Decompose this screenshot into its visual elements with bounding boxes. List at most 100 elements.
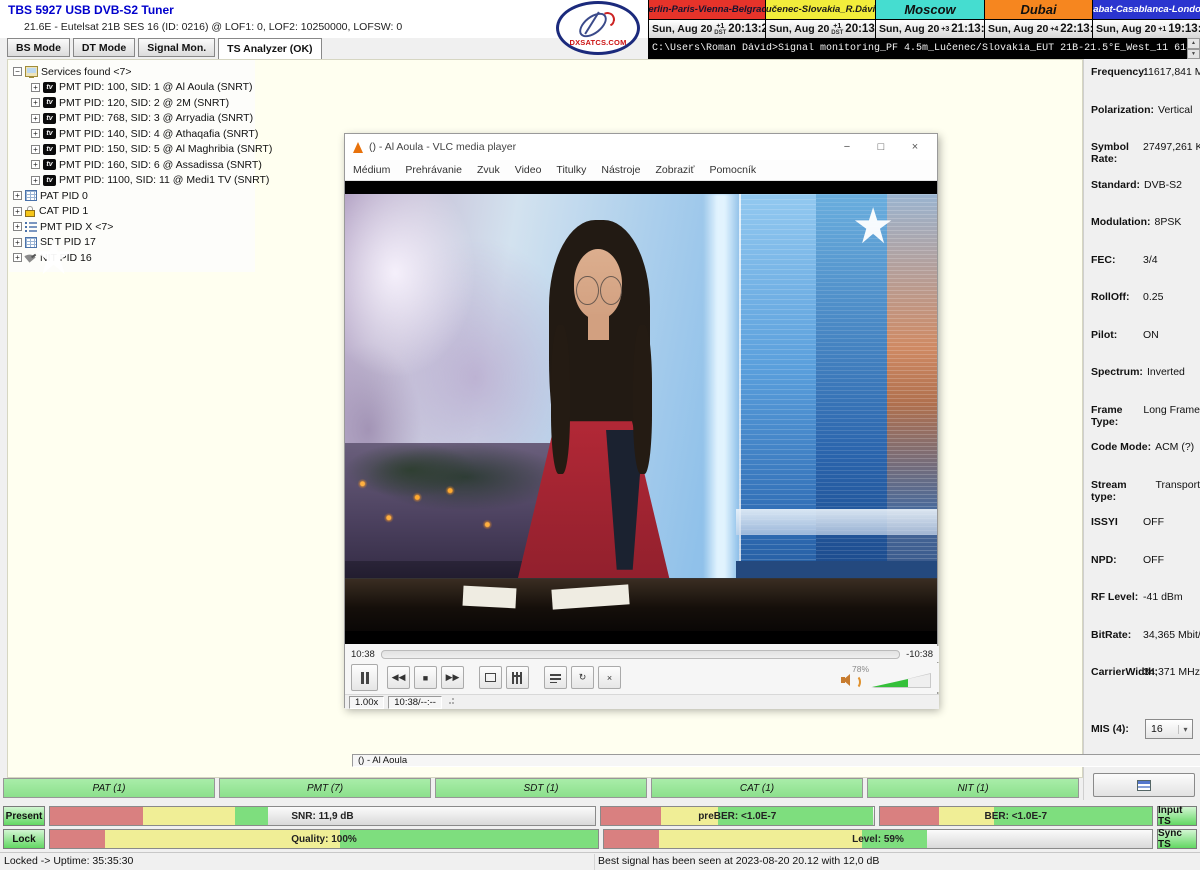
lock-icon	[25, 206, 36, 217]
param-row-rolloff-: RollOff:0.25	[1084, 291, 1200, 329]
seek-slider[interactable]	[381, 650, 900, 659]
random-button[interactable]: ×	[598, 666, 621, 689]
menu-item-zobrazi-[interactable]: Zobraziť	[655, 164, 694, 176]
tree-node-pat-pid-0[interactable]: +PAT PID 0	[13, 188, 272, 204]
lock-uptime-status: Locked -> Uptime: 35:35:30	[4, 855, 133, 867]
chevron-down-icon[interactable]: ▾	[1178, 725, 1192, 734]
param-label: Spectrum:	[1091, 366, 1143, 378]
clock-time: Sun, Aug 20+1DST20:13:21	[649, 20, 765, 38]
quality-bar: Quality: 100%	[49, 829, 599, 849]
param-label: Frame Type:	[1091, 404, 1139, 428]
param-value: 34,371 MHz	[1143, 666, 1200, 678]
table-view-button[interactable]	[1093, 773, 1195, 797]
resize-grip[interactable]	[446, 698, 454, 706]
speaker-icon[interactable]	[841, 673, 857, 687]
anchor-neck	[588, 314, 609, 340]
clock-time-value: 19:13:21	[1168, 23, 1200, 35]
tree-service-4[interactable]: +tvPMT PID: 140, SID: 4 @ Athaqafia (SNR…	[13, 126, 272, 142]
tree-service-1[interactable]: +tvPMT PID: 100, SID: 1 @ Al Aoula (SNRT…	[13, 80, 272, 96]
menu-item-m-dium[interactable]: Médium	[353, 164, 390, 176]
loop-button[interactable]: ↻	[571, 666, 594, 689]
status-button-input-ts[interactable]: Input TS	[1157, 806, 1197, 826]
maximize-button[interactable]: □	[867, 141, 895, 153]
expand-toggle-icon[interactable]: +	[31, 176, 40, 185]
clock-0: Berlin-Paris-Vienna-BelgradeSun, Aug 20+…	[648, 0, 765, 38]
tree-root-services[interactable]: −Services found <7>	[13, 64, 272, 80]
expand-toggle-icon[interactable]: +	[31, 98, 40, 107]
close-button[interactable]: ×	[901, 141, 929, 153]
expand-toggle-icon[interactable]: +	[13, 207, 22, 216]
scroll-down-icon[interactable]: ▼	[1187, 49, 1200, 60]
next-icon: ▶▶	[446, 672, 460, 683]
tree-item-label: PMT PID: 100, SID: 1 @ Al Aoula (SNRT)	[59, 81, 253, 93]
menu-item-prehr-vanie[interactable]: Prehrávanie	[405, 164, 462, 176]
tree-item-label: PMT PID X <7>	[40, 221, 113, 233]
scroll-up-icon[interactable]: ▲	[1187, 38, 1200, 49]
video-area[interactable]	[345, 181, 937, 644]
expand-toggle-icon[interactable]: +	[13, 191, 22, 200]
clock-2: MoscowSun, Aug 20+321:13:21	[875, 0, 984, 38]
clock-city-label: Berlin-Paris-Vienna-Belgrade	[649, 0, 765, 20]
playlist-button[interactable]	[544, 666, 567, 689]
expand-toggle-icon[interactable]: +	[13, 222, 22, 231]
tree-node-sdt-pid-17[interactable]: +★SDT PID 17	[13, 235, 272, 251]
stop-button[interactable]: ■	[414, 666, 437, 689]
tree-service-6[interactable]: +tvPMT PID: 160, SID: 6 @ Assadissa (SNR…	[13, 157, 272, 173]
fullscreen-button[interactable]	[479, 666, 502, 689]
param-value: 27497,261 KS/s	[1143, 141, 1200, 153]
utc-offset: +4	[1050, 26, 1058, 33]
pause-button[interactable]	[351, 664, 378, 691]
status-button-present[interactable]: Present	[3, 806, 45, 826]
mis-select[interactable]: 16 ▾	[1145, 719, 1193, 739]
param-label: NPD:	[1091, 554, 1139, 566]
volume-control[interactable]: 78%	[835, 664, 933, 691]
time-display[interactable]: 10:38/--:--	[388, 696, 442, 709]
expand-toggle-icon[interactable]: +	[31, 129, 40, 138]
status-button-lock[interactable]: Lock	[3, 829, 45, 849]
tab-signal-mon-[interactable]: Signal Mon.	[138, 38, 215, 57]
tab-dt-mode[interactable]: DT Mode	[73, 38, 135, 57]
menu-item-zvuk[interactable]: Zvuk	[477, 164, 500, 176]
tree-service-3[interactable]: +tvPMT PID: 768, SID: 3 @ Arryadia (SNRT…	[13, 111, 272, 127]
mis-row: MIS (4): 16 ▾	[1091, 719, 1193, 739]
status-button-sync-ts[interactable]: Sync TS	[1157, 829, 1197, 849]
clock-date: Sun, Aug 20	[1096, 23, 1156, 35]
expand-toggle-icon[interactable]: +	[13, 238, 22, 247]
tree-node-pmt-pid-x-7-[interactable]: + PMT PID X <7>	[13, 219, 272, 235]
header: TBS 5927 USB DVB-S2 Tuner 21.6E - Eutels…	[0, 0, 648, 38]
minimize-button[interactable]: −	[833, 141, 861, 153]
playback-speed[interactable]: 1.00x	[349, 696, 384, 709]
tree-service-2[interactable]: +tvPMT PID: 120, SID: 2 @ 2M (SNRT)	[13, 95, 272, 111]
expand-toggle-icon[interactable]: −	[13, 67, 22, 76]
tree-node-cat-pid-1[interactable]: +CAT PID 1	[13, 204, 272, 220]
menu-item-n-stroje[interactable]: Nástroje	[601, 164, 640, 176]
previous-icon: ◀◀	[392, 672, 406, 683]
tree-service-7[interactable]: +tvPMT PID: 1100, SID: 11 @ Medi1 TV (SN…	[13, 173, 272, 189]
console-scrollbar[interactable]: ▲ ▼	[1187, 38, 1200, 59]
previous-button[interactable]: ◀◀	[387, 666, 410, 689]
volume-slider[interactable]	[871, 673, 931, 688]
tv-icon: tv	[43, 144, 56, 155]
next-button[interactable]: ▶▶	[441, 666, 464, 689]
mode-tabs: BS ModeDT ModeSignal Mon.TS Analyzer (OK…	[7, 38, 322, 59]
tab-bs-mode[interactable]: BS Mode	[7, 38, 70, 57]
dxsatcs-logo: DXSATCS.COM	[556, 1, 640, 55]
vlc-titlebar[interactable]: () - Al Aoula - VLC media player − □ ×	[345, 134, 937, 160]
pause-icon	[361, 672, 369, 684]
menu-item-video[interactable]: Video	[515, 164, 542, 176]
menu-item-titulky[interactable]: Titulky	[556, 164, 586, 176]
tab-ts-analyzer-ok-[interactable]: TS Analyzer (OK)	[218, 38, 321, 59]
console-strip: C:\Users\Roman Dávid>Signal monitoring_P…	[648, 38, 1200, 59]
bar-label: BER: <1.0E-7	[880, 807, 1153, 825]
equalizer-button[interactable]	[506, 666, 529, 689]
expand-toggle-icon[interactable]: +	[31, 83, 40, 92]
tree-service-5[interactable]: +tvPMT PID: 150, SID: 5 @ Al Maghribia (…	[13, 142, 272, 158]
param-row-standard-: Standard:DVB-S2	[1084, 179, 1200, 217]
expand-toggle-icon[interactable]: +	[31, 145, 40, 154]
bar-label: SNR: 11,9 dB	[50, 807, 595, 825]
expand-toggle-icon[interactable]: +	[13, 253, 22, 262]
menu-item-pomocn-k[interactable]: Pomocník	[709, 164, 756, 176]
volume-fill	[872, 674, 908, 687]
expand-toggle-icon[interactable]: +	[31, 114, 40, 123]
expand-toggle-icon[interactable]: +	[31, 160, 40, 169]
